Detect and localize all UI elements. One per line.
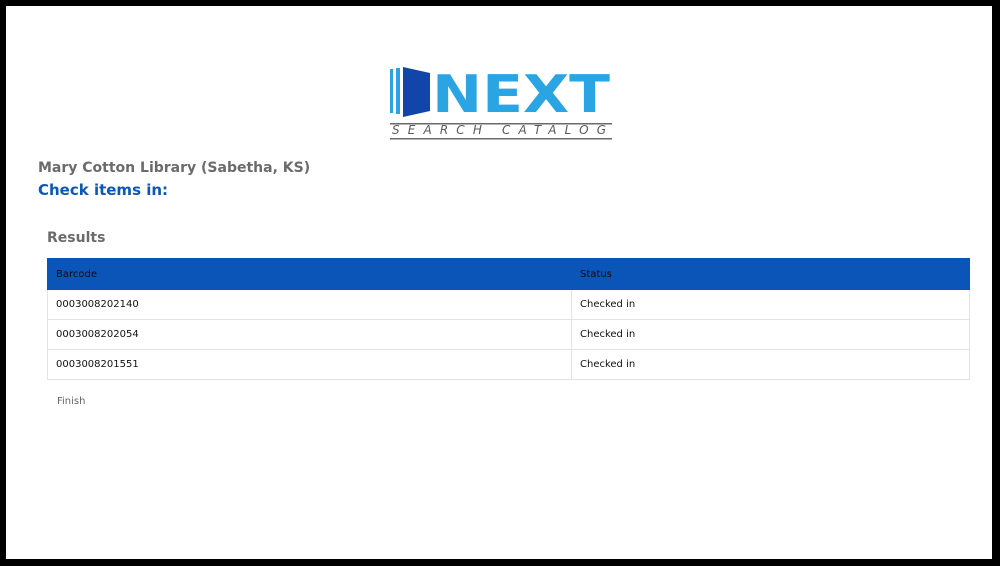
next-search-catalog-logo: NEXT SEARCH CATALOG (390, 63, 612, 143)
barcode-cell: 0003008201551 (47, 349, 572, 380)
logo-tagline: SEARCH CATALOG (392, 123, 606, 137)
status-cell: Checked in (571, 319, 970, 350)
status-cell: Checked in (571, 289, 970, 320)
column-header-status: Status (571, 258, 970, 290)
logo-word: NEXT (432, 65, 611, 125)
results-table: Barcode Status 0003008202140 Checked in … (47, 258, 970, 380)
page-heading: Check items in: (38, 181, 169, 199)
logo-graphic: NEXT SEARCH CATALOG (390, 65, 612, 140)
table-row: 0003008201551 Checked in (47, 349, 970, 380)
barcode-cell: 0003008202140 (47, 289, 572, 320)
table-row: 0003008202140 Checked in (47, 289, 970, 320)
table-row: 0003008202054 Checked in (47, 319, 970, 350)
library-name: Mary Cotton Library (Sabetha, KS) (38, 160, 311, 176)
finish-button[interactable]: Finish (57, 396, 85, 407)
table-header-row: Barcode Status (47, 258, 970, 290)
page-frame: NEXT SEARCH CATALOG Mary Cotton Library … (6, 6, 992, 559)
status-cell: Checked in (571, 349, 970, 380)
barcode-cell: 0003008202054 (47, 319, 572, 350)
results-heading: Results (47, 230, 106, 246)
column-header-barcode: Barcode (47, 258, 572, 290)
